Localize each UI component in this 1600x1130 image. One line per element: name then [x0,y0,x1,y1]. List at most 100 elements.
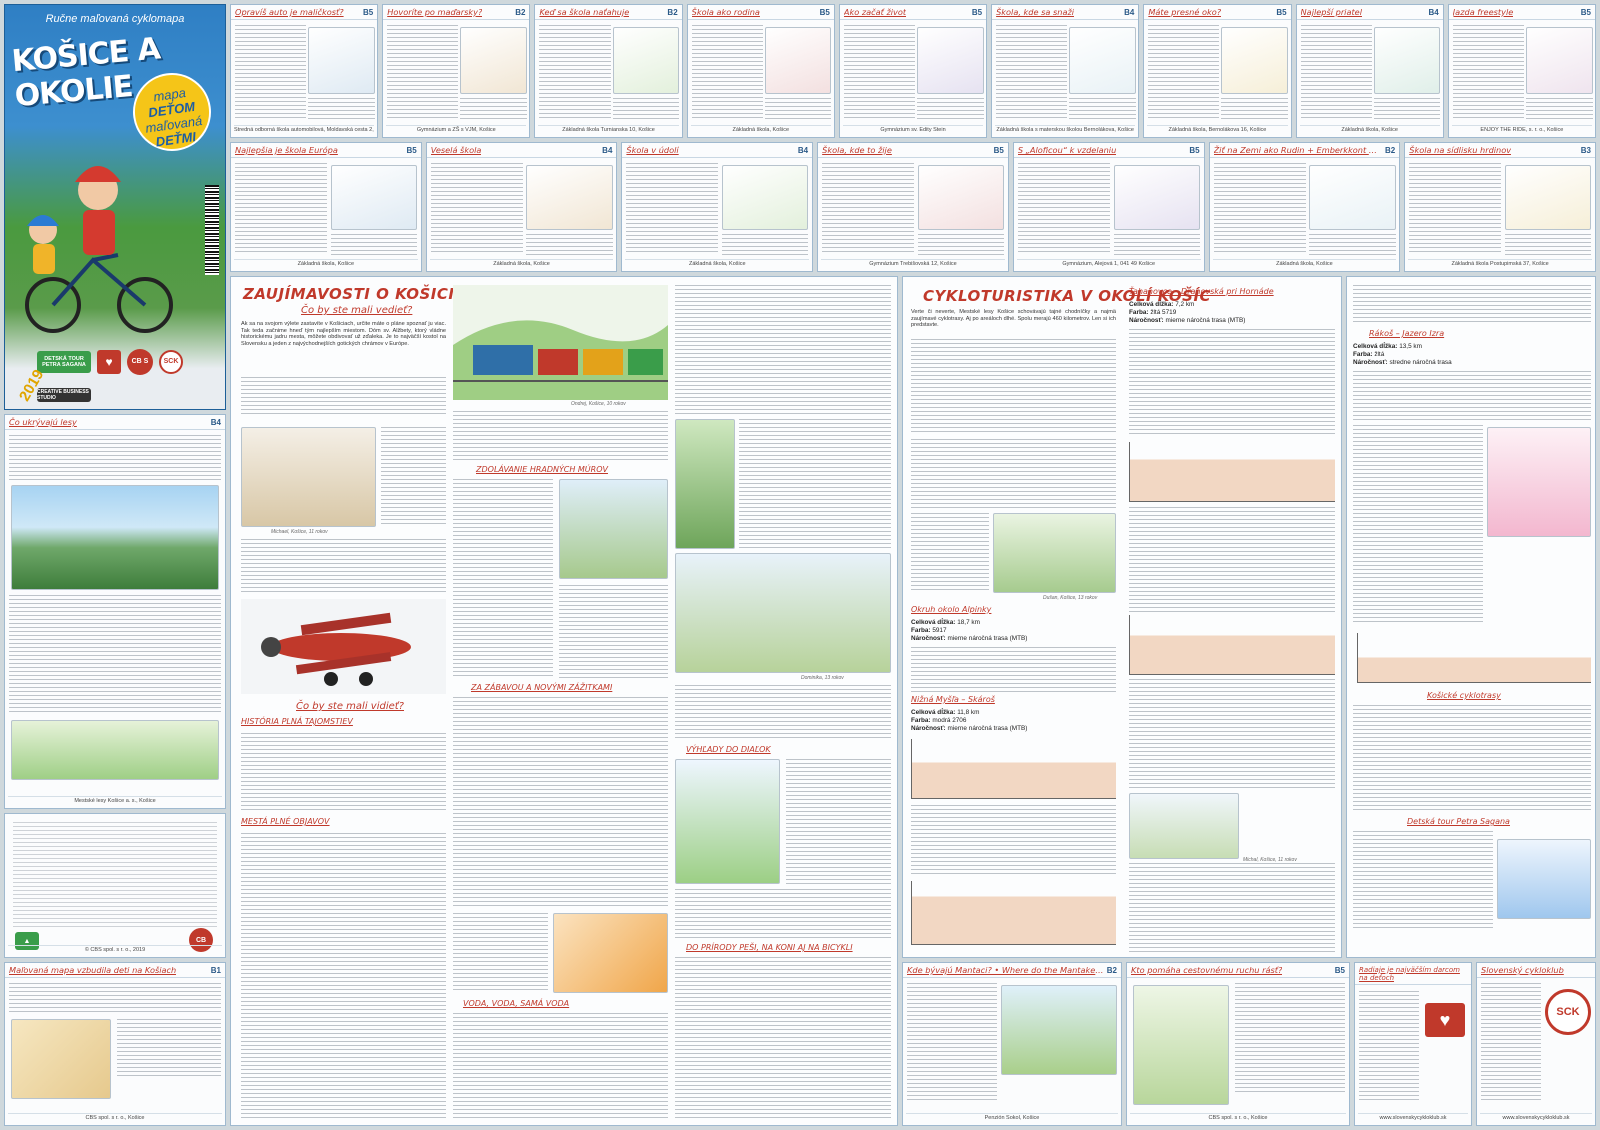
section-heading: Čo by ste mali vidieť? [296,701,404,712]
text-lines [1504,234,1592,255]
text-lines [453,1013,668,1118]
panel-title: Veselá škola [430,145,482,155]
text-lines [1409,163,1502,253]
panel-title: Škola, kde sa snaží [996,7,1075,17]
text-lines [1481,983,1541,1101]
text-lines [241,833,446,1118]
panel-title: Kde bývajú Mantaci? • Where do the Manta… [907,965,1104,975]
panel-title: Žiť na Zemi ako Rudin + Emberkkont dní s… [1213,145,1382,155]
panel-illustration [917,165,1005,230]
elevation-profile-4 [911,881,1116,945]
kids-drawing [11,1019,111,1099]
panel-illustration [526,165,613,230]
bottom-panel-radiaje: Radiaje je najväčším darcom na deťoch ♥ … [1354,962,1472,1126]
text-lines [675,889,891,939]
text-lines [1148,25,1220,119]
panel-footer: www.slovenskycykloklub.sk [1358,1113,1468,1123]
panel-code: B5 [819,7,830,17]
panel-title: Škola v údolí [626,145,679,155]
text-lines [387,25,459,119]
text-lines [907,983,997,1103]
route-heading: Okruh okolo Alpinky [911,605,992,614]
panel-code: B4 [602,145,613,155]
intro-text: Ak sa na svojom výlete zastavíte v Košic… [241,321,446,347]
advert-panel: Jazda freestyle B5 ENJOY THE RIDE, s. r. o… [1447,4,1596,138]
section-heading: DO PRÍRODY PEŠI, NA KONI AJ NA BICYKLI [686,943,853,952]
elevation-profile-5 [1357,633,1591,683]
text-lines [559,585,668,679]
advert-panel: Najlepší priateľ B4 Základná škola, Košice [1295,4,1444,138]
heart-logo: ♥ [1425,1003,1465,1037]
sights-spread: ZAUJÍMAVOSTI O KOŠICIACH A OKOLÍ Čo by s… [230,276,898,1126]
panel-code: B4 [210,417,221,427]
route-heading: Detská tour Petra Sagana [1407,817,1510,826]
route-difficulty: mierne náročná trasa (MTB) [947,635,1028,642]
route-difficulty: mierne náročná trasa (MTB) [947,725,1028,732]
route-stats: Celková dĺžka: 11,8 km Farba: modrá 2706… [911,709,1027,733]
cyclist-photo-sketch [993,513,1116,593]
bike-illustration [1129,793,1239,859]
text-lines [241,377,446,417]
panel-illustration [308,27,375,94]
panel-code: B5 [1580,7,1591,17]
panel-footer: Gymnázium Trebišovská 12, Košice [821,259,1005,269]
text-lines [1129,863,1335,953]
panel-illustration [764,27,832,94]
routes-column: Rákoš – Jazero Izra Celková dĺžka: 13,5 … [1346,276,1596,958]
advert-panel: Veselá škola B4 Základná škola, Košice [425,142,618,272]
text-lines [308,98,375,121]
elevation-profile-3 [911,739,1116,799]
map-cover: Ručne maľovaná cyklomapa KOŠICE A OKOLIE… [4,4,226,410]
panel-code: B5 [1334,965,1345,975]
advert-panel: Škola na sídlisku hrdinov B3 Základná škol… [1404,142,1596,272]
panel-code: B5 [1189,145,1200,155]
route-heading: Ťahanovce – Drahovská pri Hornáde [1129,287,1274,296]
text-lines [539,25,611,119]
panel-footer: Základná škola s materskou školou Bernol… [995,125,1136,133]
panel-illustration [1525,27,1593,94]
panel-code: B2 [1106,965,1117,975]
panel-footer: Gymnázium sv. Edity Stein [842,125,984,135]
panel-title: Ako začať život [843,7,907,17]
text-lines [9,595,221,715]
route-color: žltá 5719 [1150,309,1177,316]
panel-footer: © CBS spol. s r. o., 2019 [8,945,222,955]
panel-footer: Základná škola, Košice [1212,259,1397,269]
panel-footer: Základná škola, Košice [1299,125,1440,135]
text-lines [1353,371,1591,421]
panel-title: Maľovaná mapa vzbudila deti na Košiach [9,965,177,975]
hearts-illustration [11,720,219,780]
cover-logos: DETSKÁ TOUR PETRA SAGANA ♥ CB S SCK CREA… [37,345,219,405]
panel-title: S „Aloficou“ k vzdelaniu [1017,145,1117,155]
panel-code: B3 [1580,145,1591,155]
detska-tour-logo: DETSKÁ TOUR PETRA SAGANA [37,350,91,373]
stat-label: Celková dĺžka: [1353,343,1398,350]
panel-illustration [1309,165,1396,230]
panel-illustration [722,165,809,230]
panel-code: B2 [515,7,526,17]
text-lines [1221,98,1289,121]
text-lines [911,339,1116,435]
panel-illustration [1504,165,1592,230]
text-lines [430,163,523,253]
painted-map-panel: Maľovaná mapa vzbudila deti na Košiach B1… [4,962,226,1126]
panel-title: Škola ako rodina [691,7,760,17]
text-lines [911,513,989,593]
imprint-panel: ▲ CB © CBS spol. s r. o., 2019 [4,813,226,958]
route-length: 11,8 km [957,709,980,716]
panel-illustration [1221,27,1289,94]
text-lines [1129,329,1335,435]
panel-illustration [1069,27,1136,94]
route-color: žltá [1374,351,1385,358]
advert-panel: Máte presné oko? B5 Základná škola, Bernol… [1143,4,1292,138]
text-lines [1353,705,1591,813]
elevation-profile-2 [1129,615,1335,675]
advert-panel: Hovoríte po maďarsky? B2 Gymnázium a ZŠ s … [382,4,531,138]
text-lines [1235,983,1345,1093]
advert-panel: Žiť na Zemi ako Rudin + Emberkkont dní s… [1208,142,1401,272]
text-lines [330,234,417,255]
panel-code: B4 [1428,7,1439,17]
text-lines [381,427,446,527]
route-length: 7,2 km [1175,301,1195,308]
text-lines [626,163,719,253]
